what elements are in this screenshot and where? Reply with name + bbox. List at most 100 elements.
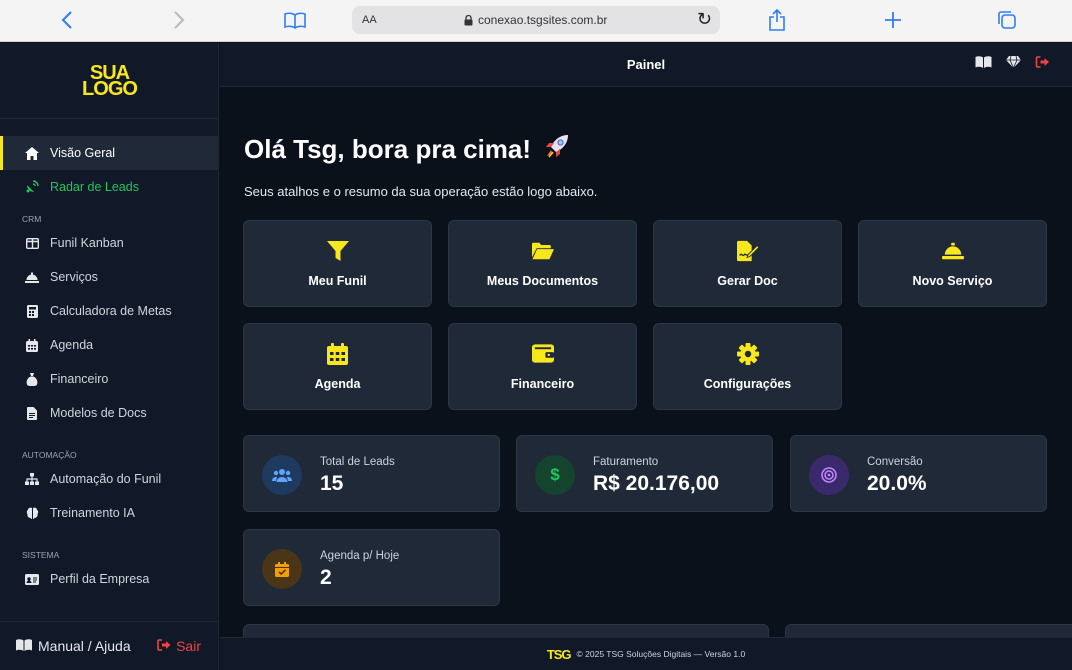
logout-icon [157,638,171,654]
stat-agenda-hoje: Agenda p/ Hoje 2 [243,529,500,606]
sidebar-item-label: Treinamento IA [50,506,135,520]
logout-label: Sair [176,638,201,654]
footer-logo: TSG [546,646,572,662]
lower-panel-right [785,624,1072,637]
sidebar-item-perfil-da-empresa[interactable]: Perfil da Empresa [0,562,218,596]
sidebar-item-radar-de-leads[interactable]: Radar de Leads [0,170,218,204]
sidebar-nav: Visão Geral Radar de Leads CRM Funil Kan… [0,136,218,596]
stat-label: Total de Leads [320,456,395,468]
filter-icon [326,240,349,262]
sidebar-item-funil-kanban[interactable]: Funil Kanban [0,226,218,260]
stat-faturamento: $ Faturamento R$ 20.176,00 [516,435,773,512]
main-content: Olá Tsg, bora pra cima! Seus atalhos e o… [220,88,1072,637]
sidebar-item-modelos-de-docs[interactable]: Modelos de Docs [0,396,218,430]
share-icon[interactable] [764,7,790,33]
sidebar-item-label: Financeiro [50,372,109,386]
greeting-heading: Olá Tsg, bora pra cima! [244,133,572,168]
page-footer: TSG © 2025 TSG Soluções Digitais — Versã… [220,637,1072,670]
section-sistema: SISTEMA [22,550,60,560]
columns-icon [24,237,40,249]
id-card-icon [24,573,40,585]
sidebar-item-label: Modelos de Docs [50,406,147,420]
shortcut-novo-servico[interactable]: Novo Serviço [858,220,1047,307]
dollar-icon: $ [535,455,575,495]
shortcut-meus-documentos[interactable]: Meus Documentos [448,220,637,307]
sidebar-item-label: Visão Geral [50,146,116,160]
greeting-subtitle: Seus atalhos e o resumo da sua operação … [244,184,598,199]
brand-logo[interactable]: SUA LOGO [0,43,218,119]
back-icon[interactable] [56,7,78,33]
home-icon [24,146,40,160]
stat-total-de-leads: Total de Leads 15 [243,435,500,512]
calendar-icon [327,342,349,365]
shortcut-agenda[interactable]: Agenda [243,323,432,410]
manual-help-label: Manual / Ajuda [38,638,131,654]
shortcut-label: Agenda [314,376,361,391]
sidebar-item-financeiro[interactable]: Financeiro [0,362,218,396]
users-icon [262,455,302,495]
calculator-icon [24,304,40,318]
stat-value: R$ 20.176,00 [593,472,720,495]
manual-help-link[interactable]: Manual / Ajuda [16,638,131,654]
greeting-text: Olá Tsg, bora pra cima! [244,134,532,164]
shortcut-financeiro[interactable]: Financeiro [448,323,637,410]
sidebar-item-label: Calculadora de Metas [50,304,172,318]
section-automacao: AUTOMAÇÃO [22,450,77,460]
shortcut-label: Configurações [703,376,792,391]
stat-value: 2 [320,566,332,589]
sidebar-item-calculadora-de-metas[interactable]: Calculadora de Metas [0,294,218,328]
top-header: Painel [220,43,1072,87]
shortcut-configuracoes[interactable]: Configurações [653,323,842,410]
gem-icon[interactable] [1006,55,1021,71]
sidebar-item-label: Funil Kanban [50,236,124,250]
sidebar-item-label: Agenda [50,338,94,352]
bullseye-icon [809,455,849,495]
lower-panel-left [243,624,769,637]
shortcut-gerar-doc[interactable]: Gerar Doc [653,220,842,307]
money-bag-icon [24,372,40,386]
bell-concierge-icon [941,240,964,262]
calendar-icon [24,338,40,352]
sidebar-item-agenda[interactable]: Agenda [0,328,218,362]
sidebar-item-treinamento-ia[interactable]: Treinamento IA [0,496,218,530]
stat-label: Faturamento [593,456,659,468]
file-icon [24,406,40,420]
book-open-icon[interactable] [975,56,992,71]
folder-open-icon [531,240,554,262]
sidebar-footer: Manual / Ajuda Sair [0,621,218,670]
stat-value: 15 [320,472,344,495]
stat-label: Agenda p/ Hoje [320,550,400,562]
shortcut-label: Meus Documentos [486,273,599,288]
file-signature-icon [736,240,759,262]
wallet-icon [531,343,554,365]
lock-icon [464,14,473,25]
shortcut-label: Meu Funil [308,273,367,288]
browser-toolbar: AA conexao.tsgsites.com.br ↻ [0,0,1072,42]
sidebar: SUA LOGO Visão Geral Radar de Leads CRM … [0,43,219,670]
sidebar-item-automacao-do-funil[interactable]: Automação do Funil [0,462,218,496]
shortcut-label: Gerar Doc [717,273,778,288]
url-text: conexao.tsgsites.com.br [478,13,608,27]
book-open-icon [16,638,32,654]
bookmarks-icon[interactable] [282,7,308,33]
brain-icon [24,507,40,519]
sidebar-item-label: Automação do Funil [50,472,162,486]
logout-icon[interactable] [1035,56,1050,71]
sidebar-item-servicos[interactable]: Serviços [0,260,218,294]
forward-icon[interactable] [168,7,190,33]
page-title: Painel [626,57,666,72]
rocket-icon [542,133,572,168]
tabs-overview-icon[interactable] [994,7,1020,33]
shortcut-meu-funil[interactable]: Meu Funil [243,220,432,307]
footer-copyright: © 2025 TSG Soluções Digitais — Versão 1.… [576,649,746,659]
calendar-check-icon [262,549,302,589]
reader-aa-button[interactable]: AA [362,14,377,26]
sidebar-item-visao-geral[interactable]: Visão Geral [0,136,218,170]
logout-button[interactable]: Sair [157,638,201,654]
section-crm: CRM [22,214,42,224]
new-tab-icon[interactable] [880,7,906,33]
url-field[interactable]: AA conexao.tsgsites.com.br ↻ [352,6,720,34]
logo-line-2: LOGO [82,77,138,100]
reload-icon[interactable]: ↻ [697,9,712,30]
shortcut-label: Novo Serviço [912,273,993,288]
